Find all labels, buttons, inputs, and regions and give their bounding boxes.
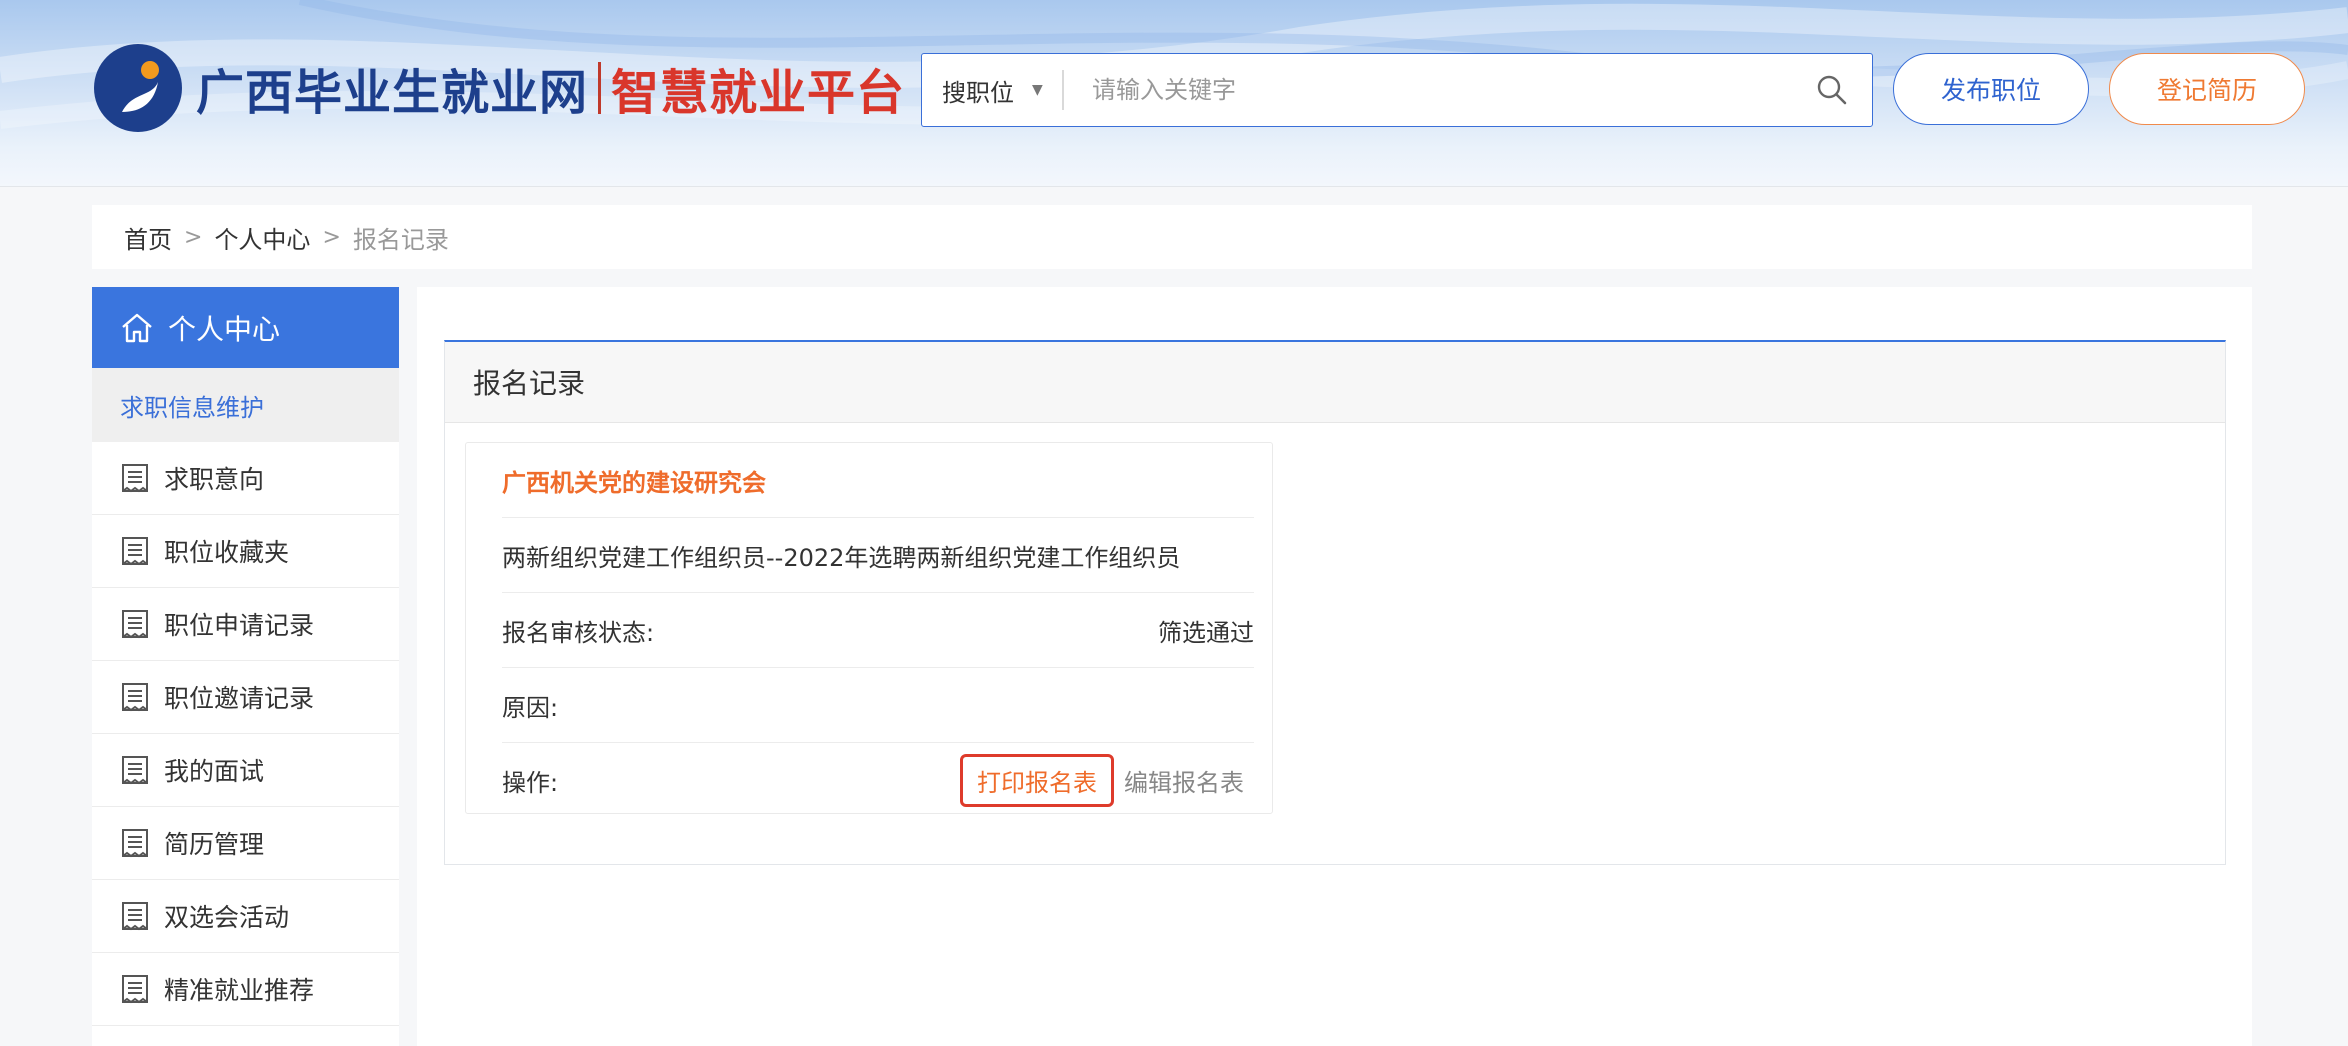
sidebar-item-label: 职位邀请记录 bbox=[164, 684, 315, 713]
logo-mark-icon bbox=[94, 44, 182, 132]
record-reason-row: 原因: bbox=[502, 668, 1254, 743]
sidebar-item-job-favorites[interactable]: 职位收藏夹 bbox=[92, 515, 399, 588]
sidebar-title: 个人中心 bbox=[168, 312, 281, 346]
breadcrumb: 首页 > 个人中心 > 报名记录 bbox=[92, 205, 2252, 269]
document-icon bbox=[122, 975, 148, 1004]
sidebar-item-label: 职位申请记录 bbox=[164, 611, 315, 640]
sidebar-item-label: 求职意向 bbox=[164, 465, 265, 494]
search-type-select[interactable]: 搜职位 ▼ bbox=[922, 70, 1064, 110]
sidebar-item-job-recommendation[interactable]: 精准就业推荐 bbox=[92, 953, 399, 1026]
sidebar-item-label: 双选会活动 bbox=[164, 903, 290, 932]
document-icon bbox=[122, 683, 148, 712]
record-company-row: 广西机关党的建设研究会 bbox=[502, 443, 1254, 518]
sidebar-item-job-intention[interactable]: 求职意向 bbox=[92, 442, 399, 515]
register-resume-button[interactable]: 登记简历 bbox=[2109, 53, 2305, 125]
chevron-right-icon: > bbox=[322, 224, 341, 250]
record-ops-row: 操作: 打印报名表 编辑报名表 bbox=[502, 743, 1254, 817]
record-position-row: 两新组织党建工作组织员--2022年选聘两新组织党建工作组织员 bbox=[502, 518, 1254, 593]
document-icon bbox=[122, 537, 148, 566]
sidebar-item-label: 我的面试 bbox=[164, 757, 265, 786]
sidebar-item-my-interviews[interactable]: 我的面试 bbox=[92, 734, 399, 807]
edit-form-button[interactable]: 编辑报名表 bbox=[1124, 763, 1244, 798]
breadcrumb-personal-center[interactable]: 个人中心 bbox=[214, 220, 310, 255]
records-panel: 报名记录 广西机关党的建设研究会 两新组织党建工作组织员--2022年选聘两新组… bbox=[444, 340, 2226, 865]
document-icon bbox=[122, 829, 148, 858]
sidebar: 个人中心 求职信息维护 求职意向 职位收藏夹 职位申请记录 职位邀请记录 我的面… bbox=[92, 287, 399, 1046]
sidebar-item-resume-management[interactable]: 简历管理 bbox=[92, 807, 399, 880]
sidebar-item-job-fair[interactable]: 双选会活动 bbox=[92, 880, 399, 953]
document-icon bbox=[122, 610, 148, 639]
sidebar-header[interactable]: 个人中心 bbox=[92, 287, 399, 368]
search-input[interactable] bbox=[1064, 59, 1800, 121]
ops-label: 操作: bbox=[502, 768, 559, 797]
document-icon bbox=[122, 756, 148, 785]
reason-label: 原因: bbox=[502, 693, 559, 722]
home-icon bbox=[122, 313, 152, 342]
sidebar-group-job-info[interactable]: 求职信息维护 bbox=[92, 368, 399, 442]
breadcrumb-home[interactable]: 首页 bbox=[124, 220, 172, 255]
post-job-button[interactable]: 发布职位 bbox=[1893, 53, 2089, 125]
search-type-label: 搜职位 bbox=[942, 78, 1014, 107]
record-company[interactable]: 广西机关党的建设研究会 bbox=[502, 463, 766, 498]
record-position[interactable]: 两新组织党建工作组织员--2022年选聘两新组织党建工作组织员 bbox=[502, 538, 1180, 573]
sidebar-item-label: 精准就业推荐 bbox=[164, 976, 315, 1005]
logo-text-main: 广西毕业生就业网 bbox=[196, 65, 589, 121]
search-bar: 搜职位 ▼ bbox=[921, 53, 1873, 127]
print-form-button[interactable]: 打印报名表 bbox=[960, 753, 1114, 807]
site-logo[interactable]: 广西毕业生就业网 智慧就业平台 bbox=[92, 42, 905, 134]
chevron-right-icon: > bbox=[184, 224, 203, 250]
search-button[interactable] bbox=[1800, 58, 1864, 122]
logo-text-sub: 智慧就业平台 bbox=[611, 65, 906, 121]
chevron-down-icon: ▼ bbox=[1032, 82, 1043, 98]
record-actions: 打印报名表 编辑报名表 bbox=[960, 753, 1254, 807]
record-status-row: 报名审核状态: 筛选通过 bbox=[502, 593, 1254, 668]
document-icon bbox=[122, 464, 148, 493]
logo-divider bbox=[598, 62, 602, 114]
record-card: 广西机关党的建设研究会 两新组织党建工作组织员--2022年选聘两新组织党建工作… bbox=[465, 442, 1273, 814]
main-content: 报名记录 广西机关党的建设研究会 两新组织党建工作组织员--2022年选聘两新组… bbox=[417, 287, 2252, 1046]
panel-title: 报名记录 bbox=[445, 342, 2225, 423]
sidebar-item-label: 职位收藏夹 bbox=[164, 538, 290, 567]
status-badge: 筛选通过 bbox=[1158, 618, 1254, 647]
search-icon bbox=[1817, 75, 1847, 105]
site-header: 广西毕业生就业网 智慧就业平台 搜职位 ▼ 发布职位 登记简历 bbox=[0, 0, 2348, 187]
breadcrumb-current: 报名记录 bbox=[352, 225, 449, 254]
sidebar-item-label: 简历管理 bbox=[164, 830, 265, 859]
sidebar-item-application-records[interactable]: 职位申请记录 bbox=[92, 588, 399, 661]
sidebar-item-invitation-records[interactable]: 职位邀请记录 bbox=[92, 661, 399, 734]
status-label: 报名审核状态: bbox=[502, 618, 655, 647]
document-icon bbox=[122, 902, 148, 931]
